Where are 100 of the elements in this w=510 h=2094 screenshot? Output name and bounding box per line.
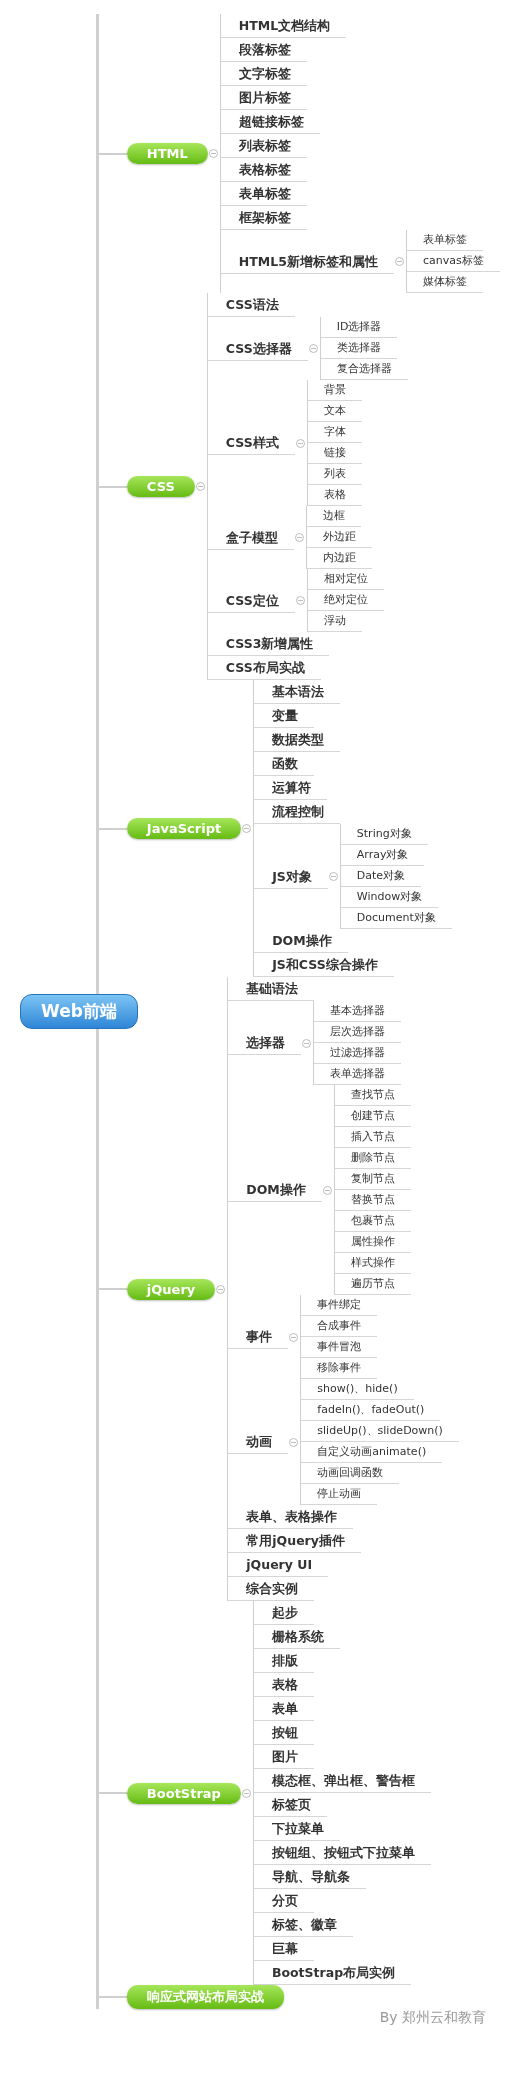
topic-label: 基础语法 — [228, 977, 315, 1001]
topic-label: CSS选择器 — [207, 336, 308, 361]
branch-node: 响应式网站布局实战 — [126, 1985, 284, 2009]
collapse-icon[interactable] — [322, 1185, 332, 1195]
topic-label: 外边距 — [306, 527, 372, 548]
topic-label: 层次选择器 — [314, 1022, 402, 1043]
topic-label: 变量 — [254, 704, 315, 728]
topic-label: 复制节点 — [334, 1169, 411, 1190]
topic-label: 函数 — [254, 752, 315, 776]
topic-label: jQuery UI — [228, 1553, 329, 1577]
topic-label: 链接 — [307, 443, 362, 464]
collapse-icon[interactable] — [289, 1437, 299, 1447]
topic-label: 插入节点 — [334, 1127, 411, 1148]
collapse-icon[interactable] — [195, 482, 205, 491]
topic-label: 常用jQuery插件 — [228, 1529, 361, 1553]
topic-label: 图片标签 — [220, 86, 307, 110]
topic-label: JS对象 — [254, 864, 328, 889]
topic-label: 巨幕 — [253, 1937, 314, 1961]
topic-label: 文字标签 — [220, 62, 307, 86]
topic-label: 遍历节点 — [334, 1274, 411, 1295]
collapse-icon[interactable] — [216, 1284, 226, 1294]
collapse-icon[interactable] — [295, 596, 305, 605]
topic-label: 选择器 — [228, 1031, 302, 1055]
topic-label: 按钮 — [253, 1721, 314, 1745]
topic-label: DOM操作 — [254, 929, 348, 953]
collapse-icon[interactable] — [289, 1332, 299, 1342]
topic-label: 排版 — [253, 1649, 314, 1673]
topic-label: 文本 — [307, 401, 362, 422]
topic-label: 基本选择器 — [314, 1001, 402, 1022]
topic-label: 列表标签 — [220, 134, 307, 158]
topic-label: 样式操作 — [334, 1253, 411, 1274]
topic-label: 运算符 — [254, 776, 328, 800]
topic-label: 分页 — [253, 1889, 314, 1913]
topic-label: 事件绑定 — [301, 1295, 378, 1316]
topic-label: Array对象 — [340, 845, 425, 866]
topic-label: 基本语法 — [254, 680, 341, 704]
topic-label: 图片 — [253, 1745, 314, 1769]
topic-label: 复合选择器 — [320, 359, 408, 380]
collapse-icon[interactable] — [241, 1788, 251, 1798]
topic-label: ID选择器 — [320, 317, 398, 338]
collapse-icon[interactable] — [328, 872, 338, 881]
topic-label: 属性操作 — [334, 1232, 411, 1253]
topic-label: 包裹节点 — [334, 1211, 411, 1232]
topic-label: 段落标签 — [220, 38, 307, 62]
topic-label: 创建节点 — [334, 1106, 411, 1127]
topic-label: 合成事件 — [301, 1316, 378, 1337]
topic-label: 动画 — [228, 1430, 289, 1454]
topic-label: 表格标签 — [220, 158, 307, 182]
topic-label: CSS3新增属性 — [207, 632, 330, 656]
topic-label: Date对象 — [340, 866, 422, 887]
topic-label: 替换节点 — [334, 1190, 411, 1211]
topic-label: 标签页 — [253, 1793, 327, 1817]
topic-label: 表格 — [253, 1673, 314, 1697]
topic-label: JS和CSS综合操作 — [254, 953, 394, 977]
topic-label: 框架标签 — [220, 206, 307, 230]
topic-label: 查找节点 — [334, 1085, 411, 1106]
branch-node: BootStrap — [126, 1782, 241, 1804]
topic-label: 表单 — [253, 1697, 314, 1721]
branch-node: JavaScript — [126, 818, 242, 839]
collapse-icon[interactable] — [295, 438, 305, 448]
topic-label: HTML5新增标签和属性 — [220, 249, 394, 274]
topic-label: 事件冒泡 — [301, 1337, 378, 1358]
topic-label: 边框 — [306, 506, 361, 527]
topic-label: CSS样式 — [207, 431, 295, 455]
topic-label: 停止动画 — [301, 1484, 378, 1505]
collapse-icon[interactable] — [394, 257, 404, 266]
topic-label: 内边距 — [306, 548, 372, 569]
topic-label: 相对定位 — [307, 569, 384, 590]
topic-label: CSS定位 — [207, 588, 295, 613]
collapse-icon[interactable] — [294, 533, 304, 542]
topic-label: 综合实例 — [228, 1577, 315, 1601]
topic-label: 删除节点 — [334, 1148, 411, 1169]
topic-label: 事件 — [228, 1325, 289, 1349]
topic-label: fadeIn()、fadeOut() — [301, 1400, 441, 1421]
topic-label: 字体 — [307, 422, 362, 443]
topic-label: 表单选择器 — [314, 1064, 402, 1085]
topic-label: 媒体标签 — [406, 272, 483, 293]
topic-label: CSS布局实战 — [207, 656, 321, 680]
topic-label: 浮动 — [307, 611, 362, 632]
topic-label: show()、hide() — [301, 1379, 414, 1400]
topic-label: CSS语法 — [207, 293, 295, 317]
root-node: Web前端 — [20, 994, 138, 1029]
collapse-icon[interactable] — [242, 824, 252, 833]
topic-label: 移除事件 — [301, 1358, 378, 1379]
collapse-icon[interactable] — [208, 149, 218, 158]
topic-label: 盒子模型 — [207, 525, 294, 550]
topic-label: 表单标签 — [220, 182, 307, 206]
topic-label: HTML文档结构 — [220, 14, 347, 38]
topic-label: 动画回调函数 — [301, 1463, 400, 1484]
topic-label: 类选择器 — [320, 338, 397, 359]
topic-label: 列表 — [307, 464, 362, 485]
collapse-icon[interactable] — [308, 344, 318, 353]
topic-label: 数据类型 — [254, 728, 341, 752]
topic-label: 背景 — [307, 380, 362, 401]
topic-label: 按钮组、按钮式下拉菜单 — [253, 1841, 431, 1865]
collapse-icon[interactable] — [302, 1038, 312, 1048]
topic-label: 自定义动画animate() — [301, 1442, 443, 1463]
topic-label: 标签、徽章 — [253, 1913, 353, 1937]
topic-label: slideUp()、slideDown() — [301, 1421, 459, 1442]
topic-label: 表单标签 — [406, 230, 483, 251]
